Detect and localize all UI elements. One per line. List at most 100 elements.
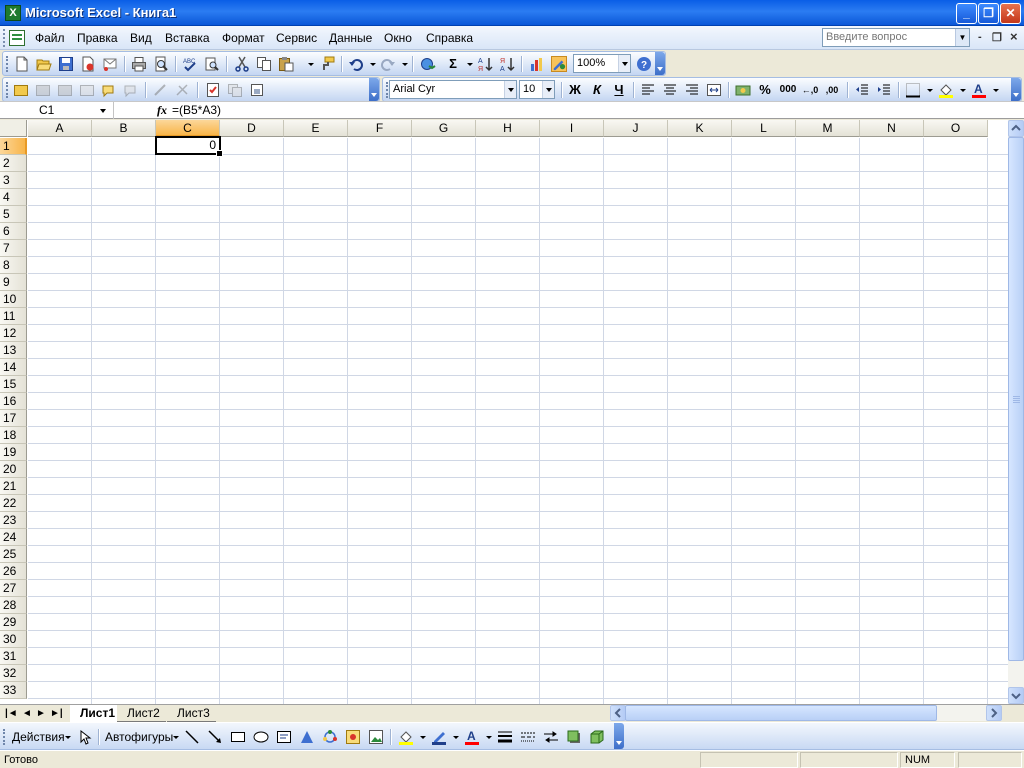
draw-actions-menu[interactable]: Действия — [12, 730, 65, 744]
diagram-icon[interactable] — [322, 729, 338, 745]
permission-icon[interactable] — [80, 56, 96, 72]
line-color-dropdown-arrow[interactable] — [453, 736, 459, 739]
zoom-combo[interactable]: 100% — [573, 54, 631, 73]
align-right-icon[interactable] — [684, 82, 700, 98]
autoshapes-dropdown-arrow[interactable] — [173, 736, 179, 739]
print-preview-icon[interactable] — [153, 56, 169, 72]
row-header-14[interactable]: 14 — [0, 359, 27, 376]
row-header-5[interactable]: 5 — [0, 206, 27, 223]
row-header-12[interactable]: 12 — [0, 325, 27, 342]
borders-dropdown-arrow[interactable] — [927, 89, 933, 92]
row-header-24[interactable]: 24 — [0, 529, 27, 546]
paste-dropdown-arrow[interactable] — [308, 63, 314, 66]
redo-icon[interactable] — [380, 56, 396, 72]
sort-descending-icon[interactable]: ЯА — [499, 56, 515, 72]
undo-icon[interactable] — [348, 56, 364, 72]
merge-center-icon[interactable] — [706, 82, 722, 98]
row-header-4[interactable]: 4 — [0, 189, 27, 206]
cell-grid[interactable] — [28, 138, 1008, 704]
help-question-input[interactable]: Введите вопрос ▼ — [822, 28, 970, 47]
cut-icon[interactable] — [234, 56, 250, 72]
borders-icon[interactable] — [905, 82, 921, 98]
align-left-icon[interactable] — [640, 82, 656, 98]
italic-button[interactable]: К — [589, 82, 605, 98]
format-painter-icon[interactable] — [319, 56, 335, 72]
drawing-toggle-icon[interactable] — [551, 56, 567, 72]
next-sheet-button[interactable]: ► — [36, 708, 46, 719]
menu-file[interactable]: Файл — [35, 31, 65, 45]
row-header-19[interactable]: 19 — [0, 444, 27, 461]
column-header-n[interactable]: N — [860, 120, 924, 137]
paste-icon[interactable] — [278, 56, 294, 72]
font-color-icon[interactable]: A — [971, 82, 987, 98]
decrease-indent-icon[interactable] — [854, 82, 870, 98]
active-cell-c1[interactable]: 0 — [155, 136, 223, 157]
column-header-a[interactable]: A — [28, 120, 92, 137]
toolbar-options-button[interactable] — [369, 78, 379, 101]
row-header-10[interactable]: 10 — [0, 291, 27, 308]
text-box-icon[interactable] — [276, 729, 292, 745]
toolbar-options-button[interactable] — [1011, 78, 1021, 101]
bold-button[interactable]: Ж — [567, 82, 583, 98]
row-header-15[interactable]: 15 — [0, 376, 27, 393]
excel-app-icon[interactable]: X — [5, 5, 21, 21]
row-header-32[interactable]: 32 — [0, 665, 27, 682]
column-header-k[interactable]: K — [668, 120, 732, 137]
help-dropdown-button[interactable]: ▼ — [955, 29, 969, 46]
scroll-left-button[interactable] — [610, 705, 626, 721]
row-header-13[interactable]: 13 — [0, 342, 27, 359]
new-comment-icon[interactable] — [79, 82, 95, 98]
line-tool-icon[interactable] — [184, 729, 200, 745]
row-header-11[interactable]: 11 — [0, 308, 27, 325]
toolbar-grip[interactable] — [6, 82, 9, 98]
row-header-1[interactable]: 1 — [0, 138, 27, 155]
new-document-icon[interactable] — [14, 56, 30, 72]
row-header-33[interactable]: 33 — [0, 682, 27, 699]
draw-font-color-icon[interactable]: A — [464, 729, 480, 745]
row-header-26[interactable]: 26 — [0, 563, 27, 580]
currency-format-icon[interactable] — [735, 82, 751, 98]
first-sheet-button[interactable]: |◄ — [5, 708, 18, 719]
row-header-3[interactable]: 3 — [0, 172, 27, 189]
workbook-icon[interactable] — [9, 30, 25, 46]
name-box-dropdown-arrow[interactable] — [100, 109, 106, 113]
insert-function-button[interactable]: fx — [157, 103, 167, 118]
percent-style-button[interactable]: % — [757, 82, 773, 98]
autoshapes-menu[interactable]: Автофигуры — [105, 730, 173, 744]
vertical-scroll-thumb[interactable] — [1008, 137, 1024, 661]
menu-window[interactable]: Окно — [384, 31, 412, 45]
decrease-decimal-button[interactable]: ,00 — [823, 82, 841, 98]
select-objects-icon[interactable] — [77, 729, 93, 745]
end-review-icon[interactable] — [57, 82, 73, 98]
column-header-i[interactable]: I — [540, 120, 604, 137]
toolbar-options-button[interactable] — [655, 52, 665, 75]
draw-font-color-dropdown-arrow[interactable] — [486, 736, 492, 739]
column-header-e[interactable]: E — [284, 120, 348, 137]
zoom-dropdown-arrow[interactable] — [618, 55, 630, 72]
workbook-restore-button[interactable]: ❐ — [992, 31, 1002, 44]
name-box[interactable]: C1 — [2, 102, 114, 119]
menu-edit[interactable]: Правка — [77, 31, 118, 45]
font-color-dropdown-arrow[interactable] — [993, 89, 999, 92]
delete-comment-icon[interactable] — [123, 82, 139, 98]
font-size-dropdown-arrow[interactable] — [542, 81, 554, 98]
toolbar-options-button[interactable] — [614, 723, 624, 749]
autosum-dropdown-arrow[interactable] — [467, 63, 473, 66]
reply-changes-icon[interactable] — [35, 82, 51, 98]
chart-wizard-icon[interactable] — [529, 56, 545, 72]
row-header-27[interactable]: 27 — [0, 580, 27, 597]
column-header-m[interactable]: M — [796, 120, 860, 137]
save-icon[interactable] — [58, 56, 74, 72]
row-header-30[interactable]: 30 — [0, 631, 27, 648]
row-header-28[interactable]: 28 — [0, 597, 27, 614]
dash-style-icon[interactable] — [520, 729, 536, 745]
row-header-16[interactable]: 16 — [0, 393, 27, 410]
rectangle-tool-icon[interactable] — [230, 729, 246, 745]
font-name-combo[interactable]: Arial Cyr — [389, 80, 517, 99]
row-header-6[interactable]: 6 — [0, 223, 27, 240]
scroll-up-button[interactable] — [1008, 120, 1024, 137]
scroll-right-button[interactable] — [986, 705, 1002, 721]
protect-sheet-icon[interactable] — [249, 82, 265, 98]
sheet-tab-2[interactable]: Лист2 — [117, 705, 166, 722]
menu-insert[interactable]: Вставка — [165, 31, 210, 45]
